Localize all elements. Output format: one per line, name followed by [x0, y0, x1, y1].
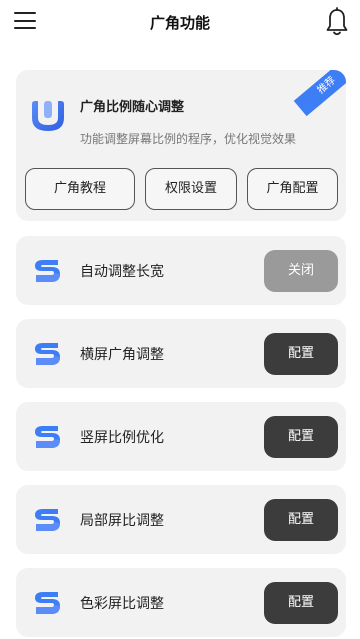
feature-card: 推荐 广角比例随心调整 功能调整屏幕比例的程序，优化视觉效果 广角教程 权限设置… — [16, 70, 346, 221]
s-logo-icon — [35, 426, 60, 448]
wide-angle-config-button[interactable]: 广角配置 — [247, 168, 338, 210]
list-item: 色彩屏比调整 配置 — [16, 568, 346, 637]
s-logo-icon — [35, 343, 60, 365]
row-label: 横屏广角调整 — [80, 347, 164, 363]
feature-description: 功能调整屏幕比例的程序，优化视觉效果 — [80, 132, 297, 146]
row-label: 自动调整长宽 — [80, 264, 164, 280]
page-title: 广角功能 — [149, 14, 210, 32]
s-logo-icon — [35, 260, 60, 282]
permission-settings-button[interactable]: 权限设置 — [145, 168, 237, 210]
s-logo-icon — [35, 509, 60, 531]
config-button[interactable]: 配置 — [264, 499, 338, 541]
wide-angle-tutorial-button[interactable]: 广角教程 — [25, 168, 135, 210]
bell-icon[interactable] — [325, 7, 349, 37]
feature-title: 广角比例随心调整 — [80, 100, 185, 115]
list-item: 横屏广角调整 配置 — [16, 319, 346, 388]
list-item: 自动调整长宽 关闭 — [16, 236, 346, 305]
s-logo-icon — [35, 592, 60, 614]
app-logo-icon — [32, 101, 64, 131]
close-toggle-button[interactable]: 关闭 — [264, 250, 338, 292]
config-button[interactable]: 配置 — [264, 582, 338, 624]
row-label: 竖屏比例优化 — [80, 430, 164, 446]
top-bar: 广角功能 — [0, 0, 360, 44]
config-button[interactable]: 配置 — [264, 333, 338, 375]
config-button[interactable]: 配置 — [264, 416, 338, 458]
recommend-badge: 推荐 — [293, 70, 346, 117]
row-label: 色彩屏比调整 — [80, 596, 164, 612]
row-label: 局部屏比调整 — [80, 513, 164, 529]
list-item: 局部屏比调整 配置 — [16, 485, 346, 554]
list-item: 竖屏比例优化 配置 — [16, 402, 346, 471]
